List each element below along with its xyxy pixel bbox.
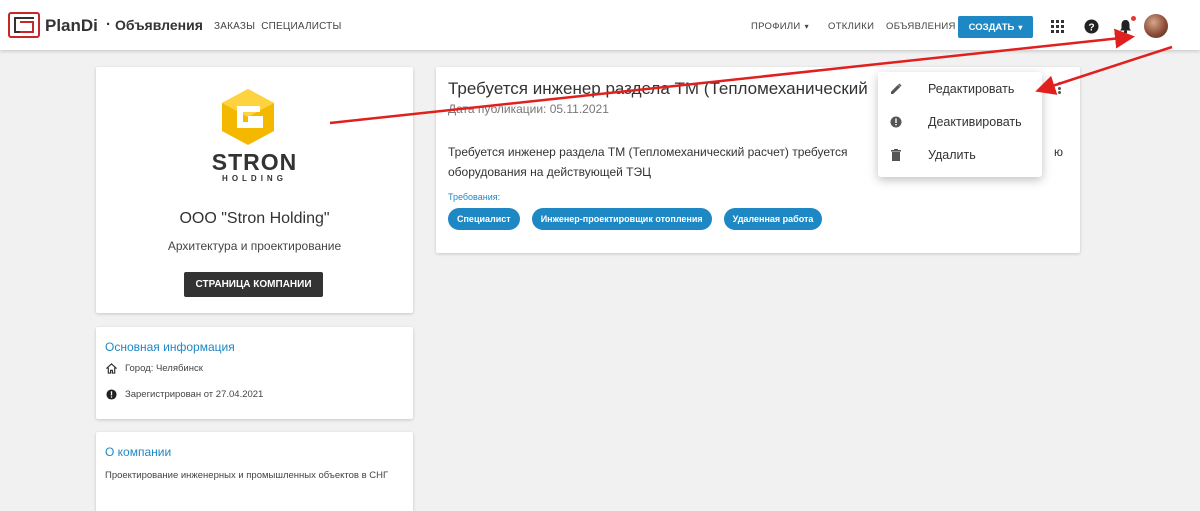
job-body-line1-tail: ю <box>1054 145 1063 159</box>
registered-text: Зарегистрирован от 27.04.2021 <box>125 389 264 400</box>
menu-item-label: Деактивировать <box>928 115 1022 129</box>
chevron-down-icon: ▾ <box>804 22 809 31</box>
requirements-label: Требования: <box>448 192 501 202</box>
menu-item-edit[interactable]: Редактировать <box>878 75 1042 103</box>
menu-item-label: Удалить <box>928 148 976 162</box>
more-vert-icon[interactable] <box>1055 80 1063 96</box>
nav-orders[interactable]: ЗАКАЗЫ <box>214 21 255 32</box>
tag-chip[interactable]: Специалист <box>448 208 520 230</box>
notification-badge <box>1131 16 1136 21</box>
apps-grid-icon[interactable] <box>1049 18 1065 34</box>
brand-separator: · <box>106 16 111 33</box>
nav-ads[interactable]: ОБЪЯВЛЕНИЯ <box>886 21 956 32</box>
nav-left: ЗАКАЗЫ СПЕЦИАЛИСТЫ <box>214 21 342 32</box>
plandi-logo-icon[interactable] <box>8 12 40 38</box>
brand-name[interactable]: PlanDi <box>45 16 98 36</box>
chevron-down-icon: ▾ <box>1018 22 1023 32</box>
tag-chip[interactable]: Удаленная работа <box>723 208 823 230</box>
create-button[interactable]: СОЗДАТЬ ▾ <box>958 16 1033 38</box>
job-date: Дата публикации: 05.11.2021 <box>448 102 609 116</box>
alert-circle-icon <box>106 389 117 400</box>
menu-item-deactivate[interactable]: Деактивировать <box>878 108 1042 136</box>
trash-icon <box>890 149 902 161</box>
home-icon <box>106 363 117 374</box>
avatar[interactable] <box>1144 14 1168 38</box>
registered-row: Зарегистрирован от 27.04.2021 <box>106 389 263 400</box>
nav-specialists[interactable]: СПЕЦИАЛИСТЫ <box>261 21 341 32</box>
basic-info-title: Основная информация <box>105 340 235 354</box>
job-body-line1: Требуется инженер раздела ТМ (Тепломехан… <box>448 145 848 159</box>
company-page-button[interactable]: СТРАНИЦА КОМПАНИИ <box>184 272 323 297</box>
company-logo-word: STRON <box>211 149 298 175</box>
pencil-icon <box>890 83 902 95</box>
basic-info-card: Основная информация Город: Челябинск Зар… <box>96 327 413 419</box>
tag-chip[interactable]: Инженер-проектировщик отопления <box>531 208 712 230</box>
job-actions-menu: Редактировать Деактивировать Удалить <box>878 72 1042 177</box>
city-row: Город: Челябинск <box>106 363 203 374</box>
job-title[interactable]: Требуется инженер раздела ТМ (Тепломехан… <box>448 79 868 99</box>
nav-profiles-label: ПРОФИЛИ <box>751 21 801 32</box>
company-logo-sub: HOLDING <box>222 174 287 183</box>
bell-icon[interactable] <box>1117 18 1133 34</box>
city-text: Город: Челябинск <box>125 363 203 374</box>
about-title: О компании <box>105 445 172 459</box>
help-icon[interactable]: ? <box>1083 18 1099 34</box>
menu-item-label: Редактировать <box>928 82 1015 96</box>
create-button-label: СОЗДАТЬ <box>968 21 1015 33</box>
company-logo-icon <box>222 89 274 145</box>
company-card: STRON HOLDING ООО "Stron Holding" Архите… <box>96 67 413 313</box>
menu-item-delete[interactable]: Удалить <box>878 141 1042 169</box>
nav-responses[interactable]: ОТКЛИКИ <box>828 21 874 32</box>
company-name: ООО "Stron Holding" <box>179 210 330 227</box>
requirement-tags: Специалист Инженер-проектировщик отоплен… <box>448 208 823 230</box>
top-header: PlanDi · Объявления ЗАКАЗЫ СПЕЦИАЛИСТЫ П… <box>0 0 1200 50</box>
about-card: О компании Проектирование инженерных и п… <box>96 432 413 511</box>
about-text: Проектирование инженерных и промышленных… <box>105 470 389 481</box>
alert-circle-icon <box>890 116 902 128</box>
company-description: Архитектура и проектирование <box>167 239 342 253</box>
svg-text:?: ? <box>1088 22 1094 33</box>
nav-profiles[interactable]: ПРОФИЛИ ▾ <box>751 21 809 32</box>
section-title: Объявления <box>115 17 203 33</box>
